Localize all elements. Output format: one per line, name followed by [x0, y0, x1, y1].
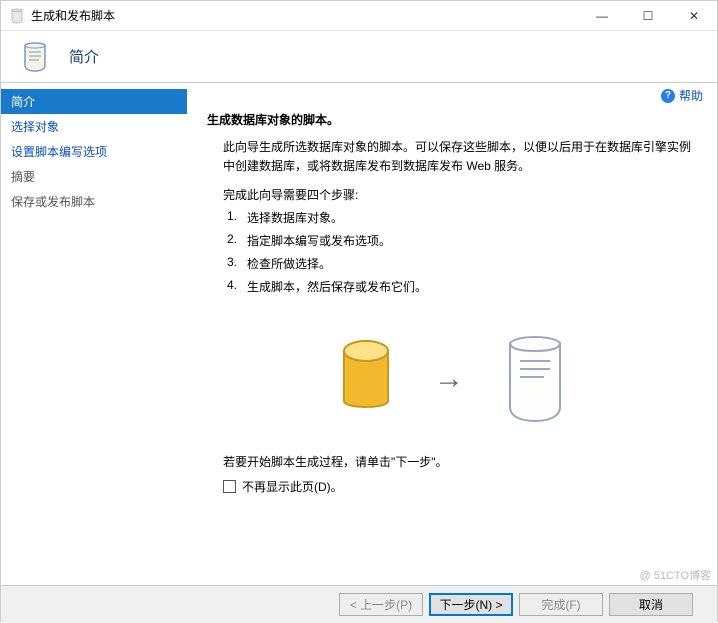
step-number: 3.	[227, 255, 241, 272]
script-large-icon	[500, 335, 570, 423]
prev-button: < 上一步(P)	[339, 593, 423, 616]
minimize-button[interactable]: —	[579, 1, 625, 31]
window-title: 生成和发布脚本	[31, 7, 579, 24]
sidebar: 简介 选择对象 设置脚本编写选项 摘要 保存或发布脚本	[1, 83, 187, 585]
wizard-header: 简介	[1, 31, 717, 83]
script-icon	[19, 41, 51, 73]
sidebar-item-script-options[interactable]: 设置脚本编写选项	[1, 139, 187, 164]
step-4: 4. 生成脚本，然后保存或发布它们。	[227, 278, 697, 295]
content-pane: ? 帮助 生成数据库对象的脚本。 此向导生成所选数据库对象的脚本。可以保存这些脚…	[187, 83, 717, 585]
titlebar: 生成和发布脚本 — ☐ ✕	[1, 1, 717, 31]
step-1: 1. 选择数据库对象。	[227, 209, 697, 226]
dont-show-again-row[interactable]: 不再显示此页(D)。	[223, 478, 697, 495]
footer-text: 若要开始脚本生成过程，请单击"下一步"。	[223, 453, 697, 470]
finish-button: 完成(F)	[519, 593, 603, 616]
maximize-button[interactable]: ☐	[625, 1, 671, 31]
next-button[interactable]: 下一步(N) >	[429, 593, 513, 616]
steps-intro: 完成此向导需要四个步骤:	[223, 186, 697, 203]
step-text: 指定脚本编写或发布选项。	[247, 232, 391, 249]
wizard-body: 简介 选择对象 设置脚本编写选项 摘要 保存或发布脚本 ? 帮助 生成数据库对象…	[1, 83, 717, 585]
database-icon	[334, 339, 398, 419]
sidebar-item-select-objects[interactable]: 选择对象	[1, 114, 187, 139]
button-bar: < 上一步(P) 下一步(N) > 完成(F) 取消	[1, 585, 717, 623]
sidebar-item-summary: 摘要	[1, 164, 187, 189]
step-number: 4.	[227, 278, 241, 295]
dont-show-again-checkbox[interactable]	[223, 480, 236, 493]
step-2: 2. 指定脚本编写或发布选项。	[227, 232, 697, 249]
content-heading: 生成数据库对象的脚本。	[207, 111, 697, 128]
step-number: 2.	[227, 232, 241, 249]
app-icon	[9, 8, 25, 24]
arrow-icon: →	[434, 362, 464, 396]
step-text: 检查所做选择。	[247, 255, 331, 272]
content-description: 此向导生成所选数据库对象的脚本。可以保存这些脚本，以便以后用于在数据库引擎实例中…	[223, 138, 697, 176]
cancel-button[interactable]: 取消	[609, 593, 693, 616]
dont-show-again-label: 不再显示此页(D)。	[242, 478, 343, 495]
sidebar-item-save-publish: 保存或发布脚本	[1, 189, 187, 214]
step-text: 选择数据库对象。	[247, 209, 343, 226]
help-icon: ?	[661, 89, 675, 103]
step-number: 1.	[227, 209, 241, 226]
help-link[interactable]: ? 帮助	[661, 87, 703, 104]
watermark: @ 51CTO博客	[640, 567, 711, 583]
illustration: →	[207, 335, 697, 423]
help-label: 帮助	[679, 87, 703, 104]
page-title: 简介	[69, 46, 99, 67]
sidebar-item-intro[interactable]: 简介	[1, 89, 187, 114]
close-button[interactable]: ✕	[671, 1, 717, 31]
step-text: 生成脚本，然后保存或发布它们。	[247, 278, 427, 295]
step-3: 3. 检查所做选择。	[227, 255, 697, 272]
